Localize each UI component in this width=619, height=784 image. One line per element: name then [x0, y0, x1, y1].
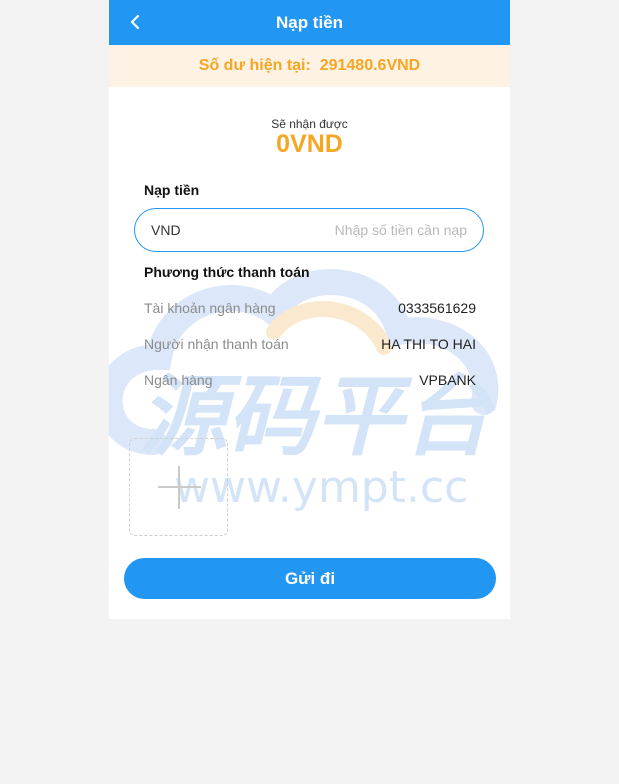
deposit-card: 源码平台 www.ympt.cc Sẽ nhận được 0VND Nạp t… [109, 87, 510, 619]
bank-account-value: 0333561629 [398, 300, 476, 316]
deposit-section-title: Nạp tiền [144, 182, 200, 198]
bank-account-label: Tài khoản ngân hàng [144, 300, 276, 316]
app-header: Nạp tiền [109, 0, 510, 45]
balance-label: Số dư hiện tại: [198, 57, 311, 74]
receive-label: Sẽ nhận được [271, 117, 348, 131]
recipient-row: Người nhận thanh toán HA THI TO HAI [144, 336, 476, 356]
bank-name-row: Ngân hàng VPBANK [144, 372, 476, 392]
balance-bar: Số dư hiện tại: 291480.6VND [109, 45, 510, 87]
bank-account-row: Tài khoản ngân hàng 0333561629 [144, 300, 476, 320]
recipient-label: Người nhận thanh toán [144, 336, 289, 352]
bank-name-label: Ngân hàng [144, 372, 213, 388]
phone-screen: Nạp tiền Số dư hiện tại: 291480.6VND 源码平… [109, 0, 510, 784]
receive-amount: 0VND [276, 130, 343, 158]
amount-field[interactable]: VND [134, 208, 484, 252]
amount-input[interactable] [267, 209, 467, 251]
submit-button[interactable]: Gửi đi [124, 558, 496, 599]
balance-value: 291480.6VND [319, 57, 421, 74]
bank-name-value: VPBANK [419, 372, 476, 388]
upload-image-button[interactable] [129, 438, 228, 536]
recipient-value: HA THI TO HAI [381, 336, 476, 352]
page-title: Nạp tiền [275, 13, 344, 32]
currency-label: VND [151, 222, 181, 238]
payment-section-title: Phương thức thanh toán [144, 264, 310, 280]
